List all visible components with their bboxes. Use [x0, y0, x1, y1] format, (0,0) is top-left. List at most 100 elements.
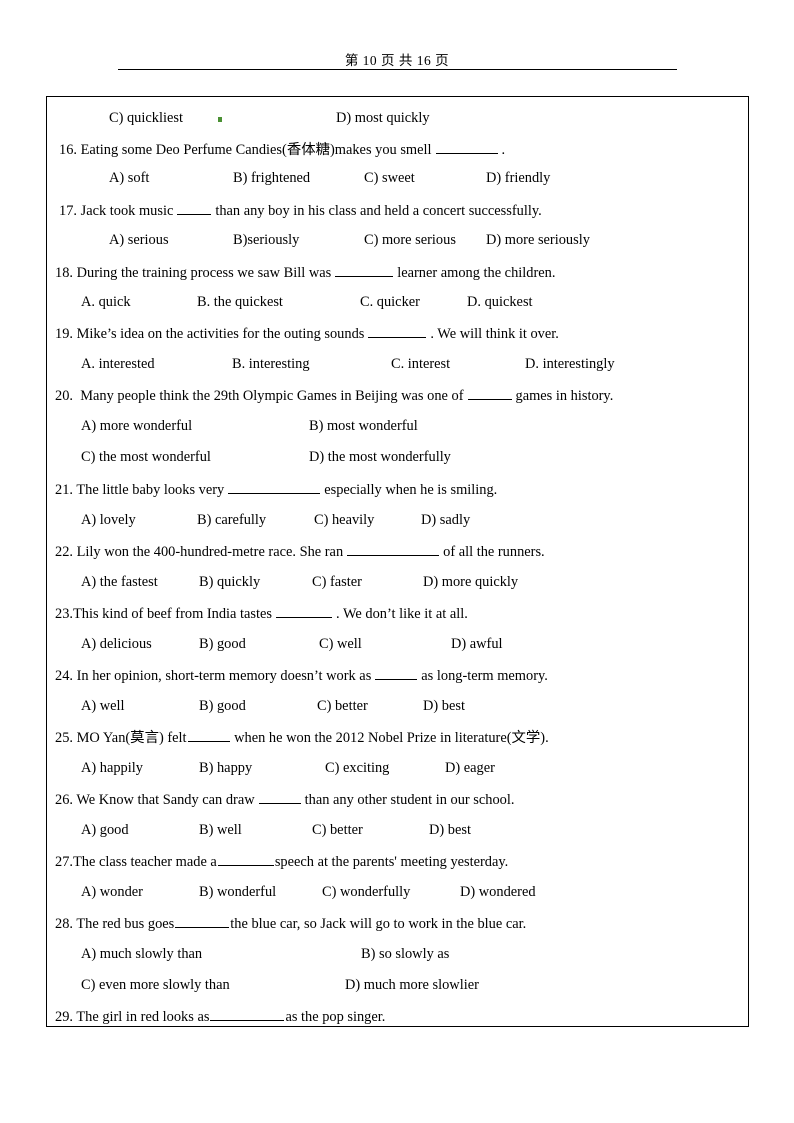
question-24-option-c[interactable]: C) better [317, 697, 368, 715]
question-24-option-a[interactable]: A) well [81, 697, 125, 715]
exam-content-box: C) quickliest D) most quickly 16. Eating… [46, 96, 749, 1027]
question-25-option-b[interactable]: B) happy [199, 759, 252, 777]
question-25-text-pre: MO Yan(莫言) felt [76, 730, 187, 746]
question-28-blank[interactable] [175, 914, 230, 928]
question-28-number: 28. [55, 916, 73, 932]
question-23-text-pre: This kind of beef from India tastes [73, 606, 273, 622]
question-25-number: 25. [55, 730, 73, 746]
question-17-option-a[interactable]: A) serious [109, 231, 169, 249]
question-27-option-b[interactable]: B) wonderful [199, 883, 276, 901]
question-26-option-c[interactable]: C) better [312, 821, 363, 839]
option-continued-c[interactable]: C) quickliest [109, 109, 183, 127]
question-23-number: 23. [55, 606, 73, 622]
question-28-text-pre: The red bus goes [76, 916, 175, 932]
question-18-text-post: learner among the children. [397, 265, 556, 281]
question-19-text-post: . We will think it over. [430, 326, 559, 342]
question-17-text-pre: Jack took music [80, 203, 174, 219]
question-21-option-a[interactable]: A) lovely [81, 511, 136, 529]
question-25-text-post: when he won the 2012 Nobel Prize in lite… [234, 730, 549, 746]
question-29-number: 29. [55, 1009, 73, 1025]
question-19-option-c[interactable]: C. interest [391, 355, 450, 373]
question-17-option-b[interactable]: B)seriously [233, 231, 299, 249]
question-22-option-a[interactable]: A) the fastest [81, 573, 158, 591]
green-square-mark [218, 117, 222, 122]
question-21-option-d[interactable]: D) sadly [421, 511, 470, 529]
question-16-blank[interactable] [435, 140, 498, 154]
question-17-stem: 17. Jack took music than any boy in his c… [59, 201, 542, 220]
question-22-option-c[interactable]: C) faster [312, 573, 362, 591]
question-20-stem: 20. Many people think the 29th Olympic G… [55, 386, 613, 405]
question-26-option-d[interactable]: D) best [429, 821, 471, 839]
question-28-text-post: the blue car, so Jack will go to work in… [230, 916, 527, 932]
question-27-blank[interactable] [217, 852, 274, 866]
question-19-option-d[interactable]: D. interestingly [525, 355, 615, 373]
question-17-blank[interactable] [177, 201, 212, 215]
question-19-stem: 19. Mike’s idea on the activities for th… [55, 324, 559, 343]
question-19-blank[interactable] [368, 324, 427, 338]
question-24-option-d[interactable]: D) best [423, 697, 465, 715]
question-20-option-d[interactable]: D) the most wonderfully [309, 448, 451, 466]
question-24-option-b[interactable]: B) good [199, 697, 246, 715]
question-23-blank[interactable] [276, 604, 333, 618]
question-29-text-post: as the pop singer. [285, 1009, 386, 1025]
question-23-option-d[interactable]: D) awful [451, 635, 503, 653]
question-28-option-c[interactable]: C) even more slowly than [81, 976, 230, 994]
option-continued-d[interactable]: D) most quickly [336, 109, 430, 127]
question-16-option-a[interactable]: A) soft [109, 169, 149, 187]
question-26-number: 26. [55, 792, 73, 808]
question-27-option-c[interactable]: C) wonderfully [322, 883, 410, 901]
question-22-option-b[interactable]: B) quickly [199, 573, 260, 591]
question-16-option-c[interactable]: C) sweet [364, 169, 415, 187]
question-27-number: 27. [55, 854, 73, 870]
question-25-option-a[interactable]: A) happily [81, 759, 143, 777]
question-18-option-d[interactable]: D. quickest [467, 293, 533, 311]
question-22-text-pre: Lily won the 400-hundred-metre race. She… [76, 544, 344, 560]
question-22-option-d[interactable]: D) more quickly [423, 573, 518, 591]
question-17-option-c[interactable]: C) more serious [364, 231, 456, 249]
question-23-option-b[interactable]: B) good [199, 635, 246, 653]
question-26-blank[interactable] [258, 790, 301, 804]
question-26-option-b[interactable]: B) well [199, 821, 242, 839]
question-27-stem: 27.The class teacher made a speech at the… [55, 852, 508, 871]
question-20-option-c[interactable]: C) the most wonderful [81, 448, 211, 466]
question-22-blank[interactable] [347, 542, 440, 556]
question-21-text-post: especially when he is smiling. [324, 482, 498, 498]
question-23-option-c[interactable]: C) well [319, 635, 362, 653]
question-29-blank[interactable] [210, 1007, 285, 1021]
question-25-blank[interactable] [187, 728, 230, 742]
question-20-option-a[interactable]: A) more wonderful [81, 417, 192, 435]
question-16-text-pre: Eating some Deo Perfume Candies(香体糖)make… [80, 142, 432, 158]
question-21-number: 21. [55, 482, 73, 498]
question-19-option-a[interactable]: A. interested [81, 355, 155, 373]
question-18-option-a[interactable]: A. quick [81, 293, 131, 311]
question-23-option-a[interactable]: A) delicious [81, 635, 152, 653]
question-17-option-d[interactable]: D) more seriously [486, 231, 590, 249]
question-28-option-a[interactable]: A) much slowly than [81, 945, 202, 963]
question-21-option-b[interactable]: B) carefully [197, 511, 266, 529]
question-16-option-d[interactable]: D) friendly [486, 169, 550, 187]
question-21-text-pre: The little baby looks very [76, 482, 225, 498]
question-25-option-d[interactable]: D) eager [445, 759, 495, 777]
question-28-option-b[interactable]: B) so slowly as [361, 945, 449, 963]
question-18-option-b[interactable]: B. the quickest [197, 293, 283, 311]
question-27-option-d[interactable]: D) wondered [460, 883, 536, 901]
question-25-option-c[interactable]: C) exciting [325, 759, 389, 777]
question-18-blank[interactable] [335, 263, 394, 277]
question-27-option-a[interactable]: A) wonder [81, 883, 143, 901]
question-21-option-c[interactable]: C) heavily [314, 511, 374, 529]
question-20-text-post: games in history. [515, 388, 614, 404]
question-24-number: 24. [55, 668, 73, 684]
question-19-number: 19. [55, 326, 73, 342]
question-20-blank[interactable] [467, 386, 512, 400]
question-24-blank[interactable] [375, 666, 418, 680]
question-26-option-a[interactable]: A) good [81, 821, 129, 839]
question-26-text-pre: We Know that Sandy can draw [76, 792, 255, 808]
question-22-stem: 22. Lily won the 400-hundred-metre race.… [55, 542, 545, 561]
question-20-option-b[interactable]: B) most wonderful [309, 417, 418, 435]
question-16-option-b[interactable]: B) frightened [233, 169, 310, 187]
question-18-option-c[interactable]: C. quicker [360, 293, 420, 311]
question-24-stem: 24. In her opinion, short-term memory do… [55, 666, 548, 685]
question-19-option-b[interactable]: B. interesting [232, 355, 310, 373]
question-21-blank[interactable] [228, 480, 321, 494]
question-28-option-d[interactable]: D) much more slowlier [345, 976, 479, 994]
